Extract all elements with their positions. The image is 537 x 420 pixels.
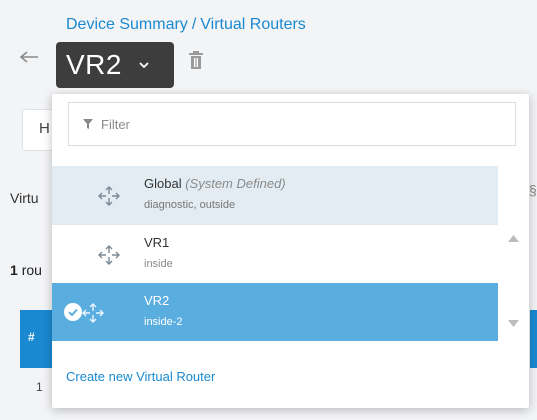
check-circle-icon bbox=[64, 303, 82, 321]
back-arrow-icon[interactable] bbox=[18, 48, 40, 66]
router-option-name: VR2 bbox=[144, 293, 170, 308]
router-option-interfaces: inside-2 bbox=[144, 316, 183, 328]
router-count-partial: 1 rou bbox=[10, 262, 42, 278]
filter-input[interactable] bbox=[101, 116, 481, 132]
virtual-router-select-value: VR2 bbox=[66, 49, 122, 80]
table-header-right-edge bbox=[530, 310, 537, 368]
trash-icon[interactable] bbox=[188, 50, 204, 70]
router-option-name: VR1 bbox=[144, 235, 170, 250]
breadcrumb: Device Summary / Virtual Routers bbox=[66, 16, 306, 34]
router-icon bbox=[98, 245, 120, 265]
breadcrumb-link-device-summary[interactable]: Device Summary bbox=[66, 16, 188, 33]
filter-field[interactable] bbox=[68, 102, 516, 146]
filter-icon bbox=[83, 119, 93, 129]
router-count-number: 1 bbox=[10, 262, 18, 278]
scroll-up-icon[interactable] bbox=[508, 234, 519, 242]
partial-glyph-right: § bbox=[529, 182, 537, 198]
virtual-router-select[interactable]: VR2 bbox=[56, 42, 174, 88]
router-option-interfaces: inside bbox=[144, 258, 173, 270]
router-icon bbox=[98, 186, 120, 206]
section-title-partial: Virtu bbox=[10, 190, 39, 206]
table-header-hash: # bbox=[28, 330, 35, 344]
router-option-interfaces: diagnostic, outside bbox=[144, 199, 236, 211]
system-defined-note: (System Defined) bbox=[185, 176, 286, 191]
router-icon bbox=[82, 303, 104, 323]
scroll-down-icon[interactable] bbox=[508, 320, 519, 328]
router-count-suffix: rou bbox=[21, 262, 42, 278]
create-virtual-router-link[interactable]: Create new Virtual Router bbox=[66, 369, 215, 384]
tab-partial-label: H bbox=[39, 120, 50, 137]
table-row-number: 1 bbox=[36, 380, 43, 394]
router-option-vr2[interactable]: VR2 inside-2 bbox=[52, 283, 498, 341]
router-option-vr1[interactable]: VR1 inside bbox=[52, 224, 498, 282]
dropdown-scrollbar[interactable] bbox=[498, 224, 529, 342]
virtual-router-dropdown: Global (System Defined) diagnostic, outs… bbox=[52, 94, 529, 408]
breadcrumb-link-virtual-routers[interactable]: Virtual Routers bbox=[200, 16, 306, 33]
router-option-name: Global (System Defined) bbox=[144, 176, 286, 191]
table-header-partial: # bbox=[20, 310, 54, 368]
router-option-global[interactable]: Global (System Defined) diagnostic, outs… bbox=[52, 166, 498, 224]
breadcrumb-separator: / bbox=[191, 16, 197, 33]
chevron-down-icon bbox=[139, 62, 149, 69]
